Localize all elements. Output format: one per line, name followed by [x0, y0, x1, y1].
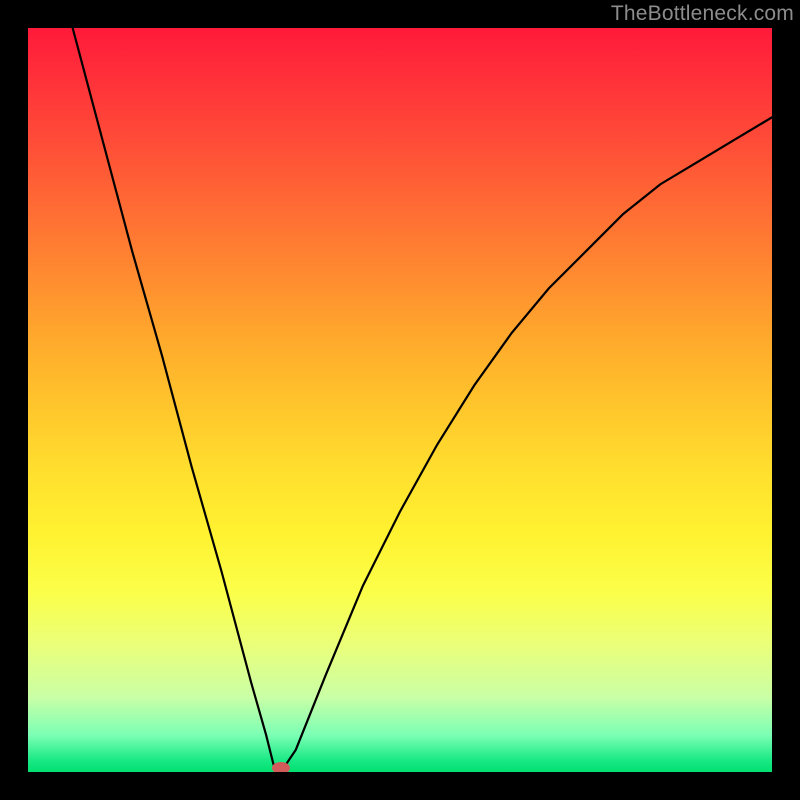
chart-frame: TheBottleneck.com — [0, 0, 800, 800]
watermark-text: TheBottleneck.com — [611, 2, 794, 26]
plot-area — [28, 28, 772, 772]
bottleneck-curve — [73, 28, 772, 772]
curve-layer — [28, 28, 772, 772]
